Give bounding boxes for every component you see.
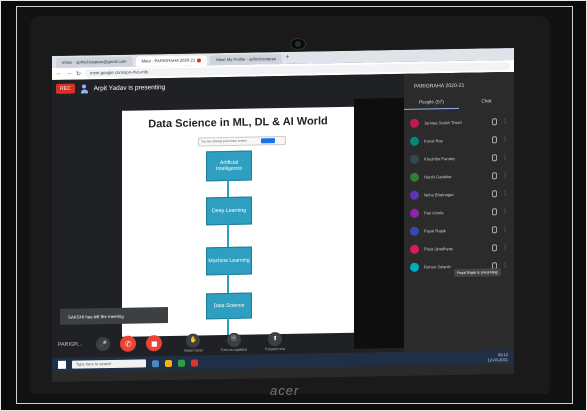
shared-slide: Data Science in ML, DL & AI World You ar… — [122, 106, 354, 337]
tooltip: Payal Rajak is presenting — [454, 268, 501, 278]
more-options-icon[interactable]: ⋮ — [502, 262, 508, 269]
laptop-brand: acer — [270, 383, 300, 398]
recording-dot-icon — [197, 58, 202, 63]
node-data-science: Data Science — [206, 292, 252, 320]
raise-hand-icon: ✋ — [186, 332, 201, 348]
more-options-icon[interactable]: ⋮ — [502, 154, 508, 161]
avatar — [410, 172, 419, 182]
sharing-chip: You are sharing your entire screen — [198, 135, 286, 147]
participant-item[interactable]: Neha Bhatnagar ⋮ — [410, 186, 508, 202]
participant-name: Pari Ichola — [424, 209, 444, 216]
participant-list: Jamtaa Satish Tiwari ⋮ Kunal Roy ⋮ Khushbo… — [410, 114, 508, 278]
mic-icon — [492, 189, 497, 197]
avatar — [410, 208, 419, 218]
presenter-icon — [81, 84, 88, 93]
tab-label: Meet My Profile - opfmcbcwprpo — [216, 56, 277, 63]
avatar — [410, 226, 419, 236]
taskbar-search[interactable]: Type here to search — [72, 359, 146, 369]
mic-icon — [492, 207, 497, 215]
taskbar-app-icon[interactable] — [191, 358, 198, 367]
new-tab-button[interactable]: + — [285, 52, 289, 64]
more-options-icon[interactable]: ⋮ — [502, 190, 508, 197]
mic-icon — [492, 153, 497, 161]
camera-toggle-button[interactable]: ◼ — [146, 335, 163, 352]
start-button[interactable] — [58, 360, 66, 369]
avatar — [410, 154, 419, 164]
mic-icon — [492, 135, 497, 143]
video-dark-area — [354, 97, 404, 349]
participant-name: Jamtaa Satish Tiwari — [424, 119, 462, 126]
panel-tabs: People (57) Chat — [404, 96, 514, 110]
node-machine-learning: Machine Learning — [206, 246, 252, 276]
participant-item[interactable]: Kunal Roy ⋮ — [410, 132, 508, 148]
captions-label: Turn on captions — [220, 347, 248, 352]
end-call-button[interactable]: ✆ — [120, 335, 137, 352]
avatar — [410, 262, 419, 272]
rec-badge: REC — [56, 83, 75, 94]
avatar — [410, 136, 419, 146]
participant-item[interactable]: Payal Rajak ⋮ — [410, 222, 508, 238]
present-button[interactable]: ⬆ Present now — [265, 331, 286, 351]
tray-date: 12-03-2021 — [487, 357, 508, 363]
participant-name: Neha Bhatnagar — [424, 191, 454, 198]
node-deep-learning: Deep Learning — [206, 196, 252, 226]
more-options-icon[interactable]: ⋮ — [502, 226, 508, 233]
captions-icon: ⎘ — [226, 332, 241, 347]
more-options-icon[interactable]: ⋮ — [502, 136, 508, 143]
tab-label: Meet - PARIGRAHA 2020-21 — [141, 57, 196, 64]
presenter-text: Arpit Yadav is presenting — [93, 83, 166, 92]
taskbar-app-icon[interactable] — [165, 359, 172, 367]
more-options-icon[interactable]: ⋮ — [502, 172, 508, 179]
panel-title: PARIGRAHA 2020-21 — [414, 82, 465, 90]
participant-name: Kunal Roy — [424, 137, 443, 144]
meeting-code[interactable]: PARIGR... — [58, 342, 82, 348]
reload-icon[interactable]: ↻ — [76, 70, 81, 77]
raise-hand-label: Raise hand — [184, 347, 203, 353]
mic-icon — [492, 171, 497, 179]
present-label: Present now — [265, 346, 286, 351]
avatar — [410, 190, 419, 200]
participant-name: Harsh Gadekar — [424, 173, 452, 180]
people-panel: PARIGRAHA 2020-21 People (57) Chat Jamta… — [404, 71, 514, 352]
more-options-icon[interactable]: ⋮ — [502, 244, 508, 251]
avatar — [410, 244, 419, 254]
more-options-icon[interactable]: ⋮ — [502, 118, 508, 125]
mic-icon — [492, 225, 497, 233]
taskbar-app-icon[interactable] — [152, 359, 159, 367]
participant-name: Payal Rajak — [424, 227, 446, 234]
mic-icon — [492, 243, 497, 251]
participant-item[interactable]: Khushbo Pandey ⋮ — [410, 150, 508, 166]
meet-window: REC Arpit Yadav is presenting Data Scien… — [52, 71, 514, 359]
sharing-chip-text: You are sharing your entire screen — [201, 138, 247, 144]
node-artificial-intelligence: Artificial Intelligence — [206, 150, 252, 182]
present-icon: ⬆ — [268, 331, 283, 346]
avatar — [410, 118, 419, 128]
left-meeting-toast: SAKSHI has left the meeting — [60, 307, 168, 325]
participant-item[interactable]: Harsh Gadekar ⋮ — [410, 168, 508, 184]
tab-people[interactable]: People (57) — [404, 96, 459, 110]
more-options-icon[interactable]: ⋮ — [502, 208, 508, 215]
taskbar-app-icon[interactable] — [178, 359, 185, 367]
participant-name: Khushbo Pandey — [424, 155, 456, 162]
participant-item[interactable]: Priya Upadhyay ⋮ — [410, 240, 508, 256]
forward-icon[interactable]: → — [66, 71, 72, 77]
laptop-screen: Inbox - opfmcbcwprpo@gmail.com Meet - PA… — [52, 47, 514, 383]
connector-line — [227, 178, 229, 197]
connector-line — [227, 272, 229, 293]
participant-name: Priya Upadhyay — [424, 245, 453, 252]
mic-icon — [492, 117, 497, 125]
mic-toggle-button[interactable]: 🎤 — [96, 337, 111, 352]
connector-line — [227, 222, 229, 247]
system-tray[interactable]: 09:12 12-03-2021 — [488, 352, 508, 362]
webcam-icon — [290, 38, 306, 50]
raise-hand-button[interactable]: ✋ Raise hand — [184, 332, 203, 353]
slide-title: Data Science in ML, DL & AI World — [148, 115, 328, 131]
tab-label: Inbox - opfmcbcwprpo@gmail.com — [62, 58, 127, 65]
back-icon[interactable]: ← — [56, 71, 62, 77]
captions-button[interactable]: ⎘ Turn on captions — [220, 332, 248, 352]
tab-chat[interactable]: Chat — [459, 96, 514, 109]
stop-sharing-button[interactable] — [261, 138, 275, 144]
participant-item[interactable]: Jamtaa Satish Tiwari ⋮ — [410, 114, 508, 130]
participant-item[interactable]: Pari Ichola ⋮ — [410, 204, 508, 220]
